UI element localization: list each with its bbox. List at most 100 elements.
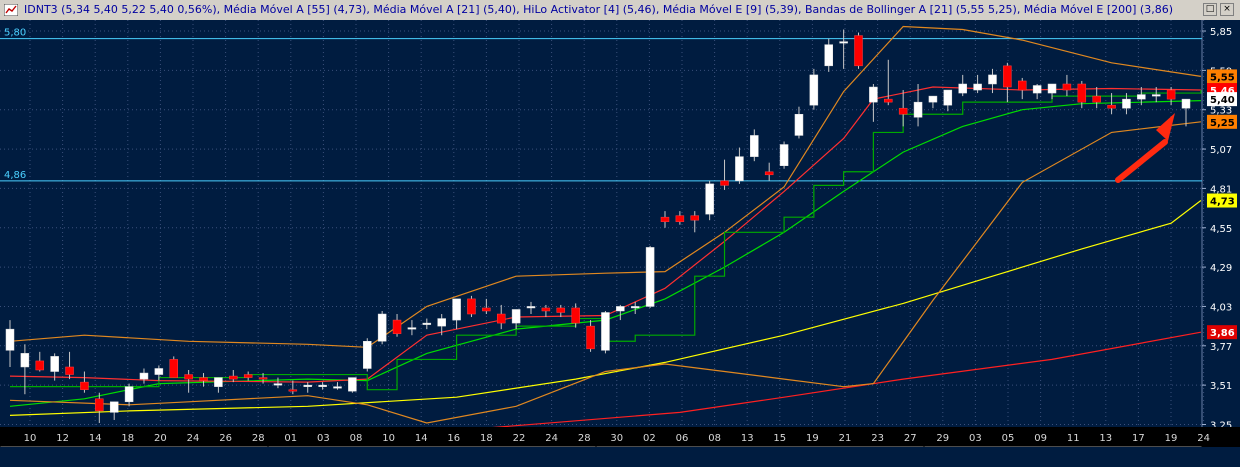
y-tick-label: 3,77: [1210, 342, 1232, 353]
price-tag-label: 5,25: [1210, 118, 1235, 129]
candlestick-chart[interactable]: 5,804,86 5,855,595,335,074,814,554,294,0…: [0, 20, 1240, 447]
candle-body: [660, 216, 670, 222]
x-tick-label: 18: [121, 433, 134, 444]
candle-body: [958, 83, 967, 94]
x-tick-label: 13: [741, 433, 754, 444]
candle-body: [1047, 83, 1057, 94]
close-button[interactable]: ×: [1220, 3, 1234, 16]
candle-body: [169, 359, 178, 378]
y-tick-label: 3,51: [1210, 381, 1232, 392]
x-tick-label: 03: [317, 433, 330, 444]
candle-body: [705, 183, 714, 215]
candle-body: [124, 386, 134, 403]
candle-body: [898, 107, 908, 115]
window-title: IDNT3 (5,34 5,40 5,22 5,40 0,56%), Média…: [24, 3, 1173, 16]
candle-body: [884, 98, 893, 103]
candle-body: [1032, 85, 1042, 94]
candle-body: [80, 381, 89, 390]
grid-layer: [0, 20, 1240, 430]
candle-body: [735, 156, 744, 182]
candle-body: [288, 389, 298, 392]
candle-body: [333, 386, 342, 389]
x-tick-label: 28: [252, 433, 265, 444]
candle-body: [943, 89, 953, 106]
candle-body: [496, 313, 506, 324]
candle-body: [541, 307, 551, 312]
candle-body: [1181, 98, 1191, 109]
candle-body: [363, 341, 372, 369]
candle-body: [720, 180, 729, 186]
candle-body: [988, 74, 997, 85]
x-tick-label: 23: [871, 433, 884, 444]
candle-body: [601, 312, 610, 351]
x-tick-label: 11: [1067, 433, 1080, 444]
x-tick-label: 06: [676, 433, 689, 444]
candle-body: [1077, 83, 1087, 103]
candle-body: [377, 313, 387, 342]
x-tick-label: 24: [545, 433, 558, 444]
candle-body: [616, 306, 625, 312]
x-tick-label: 03: [969, 433, 982, 444]
candle-body: [690, 215, 700, 221]
candle-body: [318, 384, 327, 387]
candle-body: [809, 74, 819, 106]
x-tick-label: 01: [284, 433, 297, 444]
candle-body: [1151, 94, 1161, 97]
candle-body: [824, 44, 833, 67]
chart-icon: [4, 4, 18, 16]
x-tick-label: 09: [1034, 433, 1047, 444]
candle-body: [1166, 89, 1176, 100]
title-bar[interactable]: IDNT3 (5,34 5,40 5,22 5,40 0,56%), Média…: [0, 0, 1240, 21]
x-tick-label: 17: [1132, 433, 1145, 444]
y-tick-label: 4,29: [1210, 263, 1232, 274]
x-tick-label: 19: [806, 433, 819, 444]
candle-body: [1003, 65, 1012, 88]
candle-body: [675, 215, 685, 222]
candle-body: [869, 86, 878, 103]
candle-body: [199, 377, 208, 381]
candle-body: [214, 377, 223, 387]
candle-body: [928, 95, 938, 103]
candle-body: [511, 309, 521, 324]
candle-body: [407, 327, 417, 330]
x-tick-label: 13: [1099, 433, 1112, 444]
x-tick-label: 18: [480, 433, 493, 444]
candle-body: [779, 144, 789, 166]
candle-body: [586, 325, 595, 350]
candle-body: [571, 307, 580, 324]
reference-line-label: 5,80: [4, 28, 26, 39]
x-axis: 10 12 14 18 20 24 26 28 01 03 08 10 14 16 18 22 24 28 30 02…: [0, 427, 1240, 447]
x-tick-label: 21: [839, 433, 852, 444]
candle-body: [1062, 83, 1072, 91]
x-tick-label: 15: [773, 433, 786, 444]
price-tag-label: 4,73: [1210, 197, 1235, 208]
chart-window: IDNT3 (5,34 5,40 5,22 5,40 0,56%), Média…: [0, 0, 1240, 467]
x-tick-label: 08: [350, 433, 363, 444]
candle-body: [184, 374, 193, 380]
candle-body: [65, 366, 74, 375]
candle-body: [1107, 104, 1116, 109]
x-tick-label: 02: [643, 433, 656, 444]
candle-body: [258, 377, 268, 380]
x-tick-label: 30: [610, 433, 623, 444]
candle-body: [273, 383, 283, 386]
price-tag-label: 5,40: [1210, 95, 1235, 106]
x-tick-label: 16: [447, 433, 460, 444]
candle-body: [35, 360, 45, 371]
candle-body: [556, 307, 566, 313]
candle-body: [348, 377, 357, 392]
candle-body: [973, 83, 982, 91]
candle-body: [437, 318, 446, 327]
restore-button[interactable]: □: [1203, 3, 1217, 16]
candle-body: [392, 319, 402, 334]
candle-body: [764, 171, 774, 176]
candle-body: [839, 41, 848, 44]
x-tick-label: 05: [1002, 433, 1015, 444]
candle-body: [467, 298, 476, 315]
candle-body: [50, 356, 59, 372]
candle-body: [1018, 80, 1027, 91]
price-tag-label: 3,86: [1210, 328, 1235, 339]
candle-body: [303, 384, 312, 387]
y-tick-label: 5,85: [1210, 27, 1232, 38]
candle-body: [243, 374, 253, 378]
